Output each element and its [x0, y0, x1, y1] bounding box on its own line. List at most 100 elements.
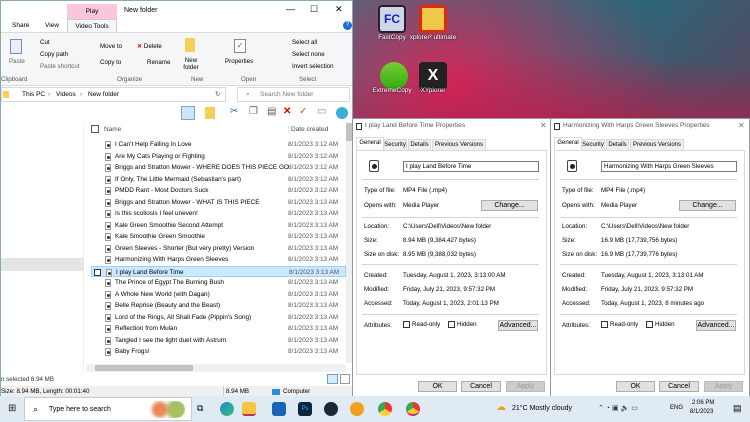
large-icons-view-button[interactable] — [340, 374, 350, 384]
breadcrumb-videos[interactable]: Videos — [56, 88, 76, 101]
row-checkbox[interactable] — [94, 268, 101, 276]
file-row[interactable]: Green Sleeves - Shorter (But very pretty… — [101, 243, 346, 255]
maximize-button[interactable]: ☐ — [310, 4, 318, 15]
store-icon[interactable] — [272, 402, 286, 416]
weather-text[interactable]: 21°C Mostly cloudy — [512, 405, 572, 412]
checkbox-box[interactable] — [403, 321, 410, 328]
change-button[interactable]: Change... — [679, 200, 736, 211]
invert-selection-button[interactable]: Invert selection — [292, 63, 334, 70]
select-all-button[interactable]: Select all — [292, 39, 317, 46]
refresh-icon[interactable]: ↻ — [215, 88, 220, 101]
read-only-checkbox[interactable]: Read-only — [403, 321, 440, 328]
breadcrumb-new-folder[interactable]: New folder — [88, 88, 119, 101]
checkbox-box[interactable] — [646, 321, 653, 328]
file-row[interactable]: Are My Cats Playing or Fighting 8/1/2023… — [101, 151, 346, 163]
file-row[interactable]: PMDD Rant - Most Doctors Suck 8/1/2023 3… — [101, 185, 346, 197]
advanced-button[interactable]: Advanced... — [696, 320, 736, 331]
context-tab-play[interactable]: Play — [67, 4, 117, 20]
advanced-button[interactable]: Advanced... — [498, 320, 538, 331]
hidden-checkbox[interactable]: Hidden — [448, 321, 477, 328]
paste-icon[interactable]: ▤ — [267, 106, 276, 117]
file-row[interactable]: Lord of the Rings, All Shall Fade (Pippi… — [101, 312, 346, 324]
tab-details[interactable]: Details — [606, 139, 629, 150]
dialog-close-button[interactable]: ✕ — [540, 121, 547, 130]
ok-button[interactable]: OK — [418, 381, 457, 392]
tab-view[interactable]: View — [45, 22, 59, 29]
xyplorer-icon[interactable]: X — [419, 62, 447, 90]
new-folder-button[interactable]: New folder — [181, 57, 201, 71]
preview-pane-icon[interactable] — [181, 106, 195, 120]
file-name-input[interactable]: I play Land Before Time — [403, 161, 539, 172]
paste-shortcut-button[interactable]: Paste shortcut — [40, 63, 80, 70]
tab-previous-versions[interactable]: Previous Versions — [432, 139, 486, 150]
rename-icon[interactable]: ▭ — [317, 106, 326, 117]
search-input[interactable]: ⌕ Search New folder — [237, 87, 350, 102]
weather-icon[interactable]: ☁ — [496, 402, 506, 413]
task-view-icon[interactable]: ⧉ — [197, 403, 203, 414]
layout-icon[interactable] — [205, 107, 215, 119]
chrome-icon[interactable] — [378, 402, 392, 416]
file-row[interactable]: I Can't Help Falling In Love 8/1/2023 3:… — [101, 139, 346, 151]
steam-icon[interactable] — [324, 402, 338, 416]
change-button[interactable]: Change... — [481, 200, 538, 211]
file-name-input[interactable]: Harmonizing With Harps Green Sleeves — [601, 161, 737, 172]
ok-button[interactable]: OK — [616, 381, 655, 392]
checkbox-box[interactable] — [448, 321, 455, 328]
file-row[interactable]: Reflection from Mulan 8/1/2023 3:13 AM — [101, 323, 346, 335]
file-row[interactable]: I play Land Before Time 8/1/2023 3:13 AM — [91, 265, 346, 277]
close-button[interactable]: ✕ — [335, 4, 343, 15]
clock-date[interactable]: 8/1/2023 — [690, 409, 713, 415]
extremecopy-icon[interactable] — [380, 62, 408, 90]
file-row[interactable]: If Only, The Little Mermaid (Sebastian's… — [101, 174, 346, 186]
taskbar-search-box[interactable]: ⌕ Type here to search — [24, 397, 192, 421]
start-button[interactable]: ⊞ — [8, 403, 16, 414]
delete-icon[interactable]: ✕ — [283, 106, 291, 117]
photoshop-icon[interactable]: Ps — [298, 402, 312, 416]
help-icon[interactable]: ? — [343, 21, 352, 30]
tab-share[interactable]: Share — [12, 22, 29, 29]
apply-button[interactable]: Apply — [506, 381, 545, 392]
read-only-checkbox[interactable]: Read-only — [601, 321, 638, 328]
checkmark-icon[interactable]: ✓ — [299, 106, 307, 117]
nav-selected-item[interactable] — [1, 258, 84, 271]
file-explorer-taskbar-icon[interactable] — [242, 402, 256, 416]
dialog-close-button[interactable]: ✕ — [738, 121, 745, 130]
tab-video-tools[interactable]: Video Tools — [67, 19, 117, 33]
file-row[interactable]: Briggs and Stratton Mower - WHAT IS THIS… — [101, 197, 346, 209]
tab-general[interactable]: General — [356, 137, 384, 150]
file-row[interactable]: Briggs and Stratton Mower - WHERE DOES T… — [101, 162, 346, 174]
file-row[interactable]: Harmonizing With Harps Green Sleeves 8/1… — [101, 254, 346, 266]
clock-time[interactable]: 2:06 PM — [692, 400, 714, 406]
cancel-button[interactable]: Cancel — [659, 381, 699, 392]
tab-previous-versions[interactable]: Previous Versions — [630, 139, 684, 150]
column-header-date[interactable]: Date created — [288, 126, 328, 133]
column-header-name[interactable]: Name — [104, 126, 121, 133]
edge-icon[interactable] — [220, 402, 234, 416]
breadcrumb-this-pc[interactable]: This PC — [22, 88, 45, 101]
file-row[interactable]: Kale Smoothie Green Smoothie 8/1/2023 3:… — [101, 231, 346, 243]
horizontal-scrollbar[interactable] — [86, 364, 346, 372]
tab-security[interactable]: Security — [383, 139, 407, 150]
copy-icon[interactable]: ❐ — [249, 106, 258, 117]
notifications-icon[interactable]: ▤ — [733, 403, 742, 414]
file-row[interactable]: Baby Frogs! 8/1/2023 3:13 AM — [101, 346, 346, 358]
file-row[interactable]: A Whole New World (with Dagan) 8/1/2023 … — [101, 289, 346, 301]
tab-general[interactable]: General — [554, 137, 582, 150]
select-all-checkbox[interactable] — [91, 125, 99, 133]
file-row[interactable]: Is this scoliosis I feel uneven! 8/1/202… — [101, 208, 346, 220]
globe-icon[interactable] — [336, 107, 348, 119]
cancel-button[interactable]: Cancel — [461, 381, 501, 392]
address-bar[interactable]: This PC › Videos › New folder ↻ — [1, 87, 226, 102]
tab-security[interactable]: Security — [581, 139, 605, 150]
file-row[interactable]: Kale Green Smoothie Second Attempt 8/1/2… — [101, 220, 346, 232]
properties-button[interactable]: Properties — [225, 58, 253, 65]
cut-button[interactable]: Cut — [40, 39, 50, 46]
language-indicator[interactable]: ENG — [670, 405, 683, 411]
apply-button[interactable]: Apply — [704, 381, 743, 392]
copy-to-button[interactable]: Copy to — [100, 59, 121, 66]
file-row[interactable]: The Prince of Egypt The Burning Bush 8/1… — [101, 277, 346, 289]
minimize-button[interactable]: — — [286, 4, 295, 14]
checkbox-box[interactable] — [601, 321, 608, 328]
rename-button[interactable]: Rename — [147, 59, 170, 66]
hidden-checkbox[interactable]: Hidden — [646, 321, 675, 328]
